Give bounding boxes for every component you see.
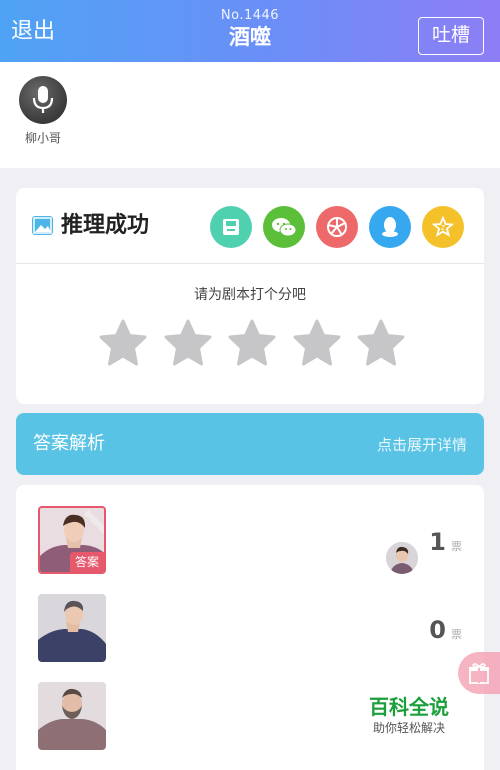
vote-unit: 票 [451, 540, 462, 553]
gift-button[interactable] [458, 652, 500, 694]
star-1-icon[interactable] [98, 318, 148, 368]
puzzle-number: No.1446 [220, 8, 280, 23]
share-buttons: Z [210, 206, 464, 248]
qq-share-button[interactable] [369, 206, 411, 248]
save-icon [223, 219, 239, 235]
suspect-portrait[interactable]: 答案 [38, 506, 106, 574]
watermark-subtitle: 助你轻松解决 [372, 721, 445, 735]
svg-text:Z: Z [441, 225, 446, 232]
watermark: 百科全说 助你轻松解决 [350, 690, 468, 746]
result-title: 推理成功 [61, 213, 150, 238]
suspect-row[interactable]: 0 票 [16, 594, 484, 668]
star-5-icon[interactable] [356, 318, 406, 368]
character-illustration [38, 682, 106, 750]
favorite-button[interactable]: Z [422, 206, 464, 248]
top-nav-bar: 退出 No.1446 酒噬 吐槽 [0, 0, 500, 62]
save-button[interactable] [210, 206, 252, 248]
wechat-icon [272, 218, 297, 237]
answer-analysis-bar[interactable]: 答案解析 点击展开详情 [16, 413, 484, 475]
result-header: 推理成功 Z [16, 188, 484, 264]
microphone-icon [32, 86, 54, 113]
result-card: 推理成功 Z 请为剧本打个分吧 [16, 188, 484, 404]
rate-prompt: 请为剧本打个分吧 [194, 287, 306, 303]
answer-analysis-label: 答案解析 [33, 433, 105, 454]
answer-tag: 答案 [70, 552, 104, 572]
suspect-portrait[interactable] [38, 594, 106, 662]
title-block: No.1446 酒噬 [150, 8, 350, 50]
qq-icon [382, 217, 398, 237]
suspect-portrait[interactable] [38, 682, 106, 750]
vote-count: 0 [429, 616, 446, 644]
star-3-icon[interactable] [227, 318, 277, 368]
vote-count: 1 [429, 528, 446, 556]
rating-stars [98, 318, 406, 368]
page-title: 酒噬 [229, 25, 271, 49]
star-4-icon[interactable] [292, 318, 342, 368]
feedback-button[interactable]: 吐槽 [418, 17, 484, 55]
gift-icon [469, 663, 489, 684]
favorite-icon: Z [432, 216, 454, 237]
suspect-row[interactable]: 答案 1 票 [16, 506, 484, 580]
host-section: 柳小哥 [0, 62, 500, 168]
exit-button[interactable]: 退出 [11, 19, 55, 45]
wechat-share-button[interactable] [263, 206, 305, 248]
image-icon [32, 216, 53, 235]
vote-unit: 票 [451, 628, 462, 641]
host-name: 柳小哥 [24, 131, 61, 145]
character-illustration [38, 594, 106, 662]
star-2-icon[interactable] [163, 318, 213, 368]
watermark-title: 百科全说 [369, 695, 449, 719]
expand-details-link[interactable]: 点击展开详情 [377, 435, 467, 455]
moments-icon [327, 217, 347, 237]
host-avatar[interactable] [19, 76, 67, 124]
voter-avatar [386, 542, 418, 574]
moments-share-button[interactable] [316, 206, 358, 248]
